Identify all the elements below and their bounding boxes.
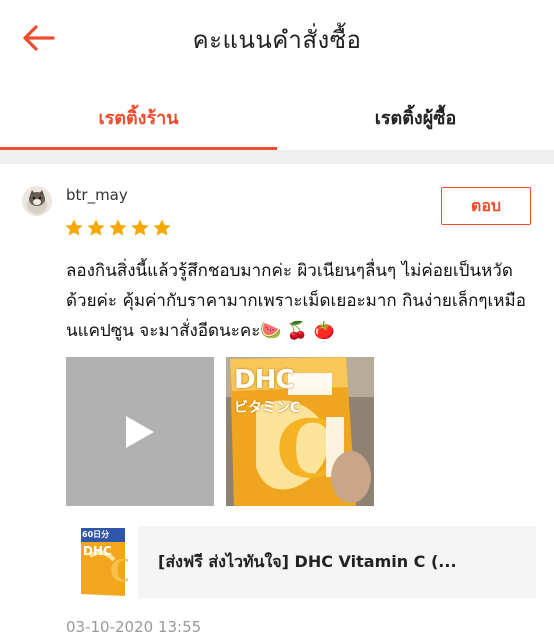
- tab-bar: เรตติ้งร้าน เรตติ้งผู้ซื้อ: [0, 82, 554, 152]
- avatar-image: [22, 186, 52, 216]
- review-text: ลองกินสิ่งนี้แล้วรู้สึกชอบมากค่ะ ผิวเนีย…: [66, 261, 526, 341]
- section-divider: [0, 150, 554, 164]
- product-card[interactable]: C 60日分 DHC [ส่งฟรี ส่งไวทันใจ] DHC Vitam…: [66, 522, 536, 602]
- header-bar: คะแนนคำสั่งซื้อ: [0, 0, 554, 76]
- reviewer-username: btr_may: [66, 186, 128, 204]
- product-name: [ส่งฟรี ส่งไวทันใจ] DHC Vitamin C (...: [158, 551, 457, 571]
- star-icon: [109, 219, 127, 236]
- review-card: btr_may ตอบ ลองกินสิ่งนี้แล้วรู้สึกชอบมา…: [0, 164, 554, 640]
- thumbnail-brand-label: DHC: [83, 544, 112, 558]
- reply-button[interactable]: ตอบ: [441, 187, 531, 225]
- star-icon: [153, 219, 171, 236]
- tab-buyer-rating[interactable]: เรตติ้งผู้ซื้อ: [277, 82, 554, 152]
- review-photo-thumbnail[interactable]: C DHC ビタミンC: [226, 357, 374, 506]
- play-icon: [126, 415, 154, 448]
- photo-brand-label: DHC: [234, 365, 294, 395]
- review-video-thumbnail[interactable]: [66, 357, 214, 506]
- photo-product-label: ビタミンC: [234, 400, 301, 416]
- star-icon: [87, 219, 105, 236]
- product-name-container: [ส่งฟรี ส่งไวทันใจ] DHC Vitamin C (...: [138, 526, 536, 598]
- star-icon: [65, 219, 83, 236]
- star-rating: [64, 218, 172, 238]
- avatar[interactable]: [22, 186, 52, 216]
- star-icon: [131, 219, 149, 236]
- page-title: คะแนนคำสั่งซื้อ: [192, 26, 362, 54]
- product-thumbnail: C 60日分 DHC: [78, 526, 134, 598]
- thumbnail-days-label: 60日分: [82, 530, 110, 539]
- tab-shop-rating[interactable]: เรตติ้งร้าน: [0, 82, 277, 152]
- review-timestamp: 03-10-2020 13:55: [66, 618, 202, 636]
